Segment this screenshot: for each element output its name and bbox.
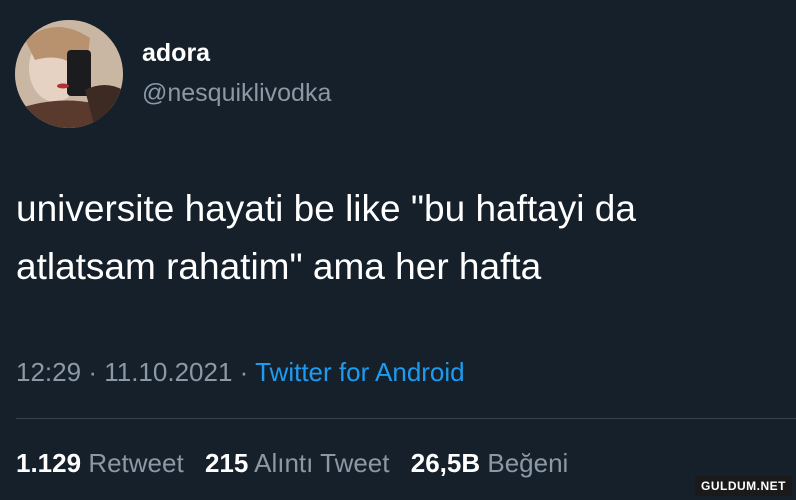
- tweet-time[interactable]: 12:29: [16, 357, 81, 387]
- avatar[interactable]: [15, 20, 123, 128]
- retweets-count: 1.129: [16, 448, 82, 478]
- tweet-source-link[interactable]: Twitter for Android: [255, 357, 465, 387]
- quotes-count: 215: [204, 448, 249, 478]
- likes-label: Beğeni: [487, 448, 569, 478]
- user-handle[interactable]: @nesquiklivodka: [142, 78, 331, 108]
- avatar-photo-icon: [15, 20, 123, 128]
- quotes-stat[interactable]: 215 Alıntı Tweet: [205, 448, 390, 478]
- tweet-line: atlatsam rahatim" ama her hafta: [16, 246, 542, 287]
- divider: [16, 418, 796, 419]
- tweet-line: universite hayati be like "bu haftayi da: [16, 188, 636, 229]
- likes-stat[interactable]: 26,5B Beğeni: [411, 448, 569, 478]
- tweet-text: universite hayati be like "bu haftayi da…: [16, 180, 791, 296]
- watermark: GULDUM.NET: [695, 476, 792, 496]
- retweets-label: Retweet: [88, 448, 184, 478]
- tweet-date[interactable]: 11.10.2021: [104, 357, 232, 387]
- meta-separator: ·: [88, 357, 97, 387]
- quotes-label: Alıntı Tweet: [254, 448, 390, 478]
- likes-count: 26,5B: [410, 448, 481, 478]
- display-name[interactable]: adora: [142, 38, 210, 68]
- meta-separator: ·: [239, 357, 249, 387]
- retweets-stat[interactable]: 1.129 Retweet: [16, 448, 184, 478]
- tweet-stats: 1.129 Retweet 215 Alıntı Tweet 26,5B Beğ…: [16, 446, 582, 480]
- tweet-meta: 12:29 · 11.10.2021 · Twitter for Android: [16, 355, 465, 389]
